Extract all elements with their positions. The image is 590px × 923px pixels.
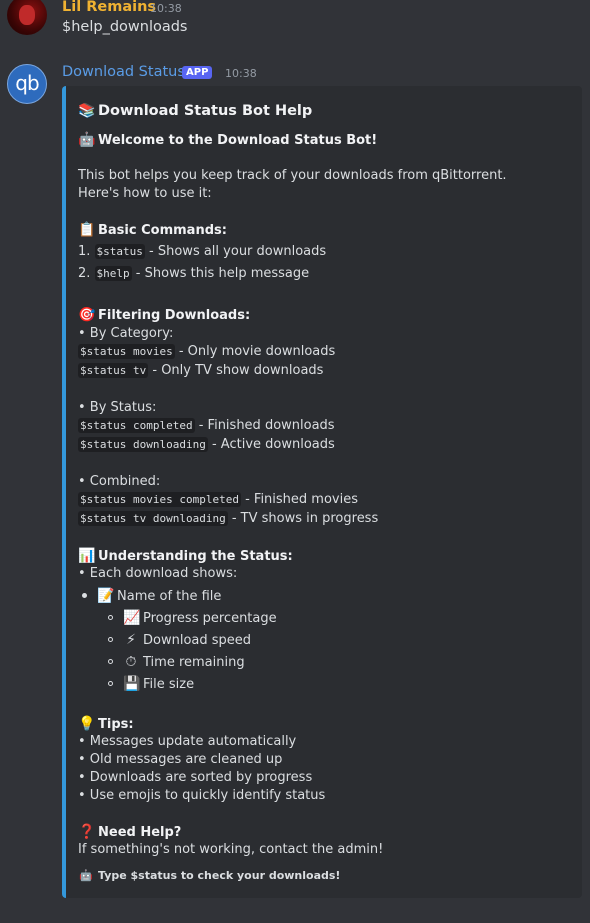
understand-header: 📊 Understanding the Status: xyxy=(78,548,293,564)
floppy-disk-icon: 💾 xyxy=(123,676,141,692)
target-icon: 🎯 xyxy=(78,307,96,323)
command-code[interactable]: $help xyxy=(94,266,132,281)
tip-item: • Use emojis to quickly identify status xyxy=(78,788,326,803)
command-code[interactable]: $status tv downloading xyxy=(78,511,228,526)
embed-title: 📚 Download Status Bot Help xyxy=(78,103,313,119)
command-code[interactable]: $status downloading xyxy=(78,437,208,452)
clipboard-icon: 📋 xyxy=(78,222,96,238)
list-item: ⚡ Download speed xyxy=(108,631,251,650)
list-item: 💾 File size xyxy=(108,675,194,694)
list-item: 1. $status - Shows all your downloads xyxy=(78,244,327,259)
embed-footer: 🤖 Type $status to check your downloads! xyxy=(78,867,340,885)
stopwatch-icon: ⏱ xyxy=(125,654,137,670)
command-code[interactable]: $status movies xyxy=(78,344,175,359)
list-item: $status completed - Finished downloads xyxy=(78,418,335,433)
tips-header: 💡 Tips: xyxy=(78,716,134,732)
list-item: 📈 Progress percentage xyxy=(108,609,277,628)
filter-header: 🎯 Filtering Downloads: xyxy=(78,307,251,323)
timestamp: 10:38 xyxy=(150,2,182,15)
books-icon: 📚 xyxy=(78,103,96,119)
command-code[interactable]: $status movies completed xyxy=(78,492,241,507)
status-label: • By Status: xyxy=(78,400,157,415)
lightning-icon: ⚡ xyxy=(126,632,136,648)
intro-text: This bot helps you keep track of your do… xyxy=(78,168,507,201)
category-label: • By Category: xyxy=(78,326,174,341)
tip-item: • Old messages are cleaned up xyxy=(78,752,283,767)
chart-increasing-icon: 📈 xyxy=(123,610,141,626)
list-item: $status tv - Only TV show downloads xyxy=(78,363,324,378)
app-badge: APP xyxy=(182,66,213,79)
memo-icon: 📝 xyxy=(97,588,115,604)
basic-header: 📋 Basic Commands: xyxy=(78,222,227,238)
user-avatar[interactable] xyxy=(7,0,47,35)
list-item: ⏱ Time remaining xyxy=(108,653,245,672)
username[interactable]: Lil Remains xyxy=(62,0,156,15)
combined-label: • Combined: xyxy=(78,474,161,489)
list-item: $status downloading - Active downloads xyxy=(78,437,335,452)
welcome-line: 🤖 Welcome to the Download Status Bot! xyxy=(78,132,378,148)
robot-icon: 🤖 xyxy=(79,869,93,882)
question-mark-icon: ❓ xyxy=(78,824,96,840)
list-item: 📝 Name of the file xyxy=(78,587,221,606)
list-item: $status movies completed - Finished movi… xyxy=(78,492,358,507)
list-item: $status movies - Only movie downloads xyxy=(78,344,336,359)
each-shows: • Each download shows: xyxy=(78,566,238,581)
timestamp: 10:38 xyxy=(225,67,257,80)
command-code[interactable]: $status xyxy=(94,244,145,259)
list-item: 2. $help - Shows this help message xyxy=(78,266,310,281)
help-text: If something's not working, contact the … xyxy=(78,842,384,857)
list-item: $status tv downloading - TV shows in pro… xyxy=(78,511,379,526)
bar-chart-icon: 📊 xyxy=(78,548,96,564)
help-header: ❓ Need Help? xyxy=(78,824,182,840)
tip-item: • Messages update automatically xyxy=(78,734,297,749)
command-code[interactable]: $status completed xyxy=(78,418,195,433)
tip-item: • Downloads are sorted by progress xyxy=(78,770,313,785)
lightbulb-icon: 💡 xyxy=(78,716,96,732)
avatar-text: qb xyxy=(15,71,39,95)
help-embed: 📚 Download Status Bot Help 🤖 Welcome to th… xyxy=(62,86,582,898)
message-text: $help_downloads xyxy=(62,19,188,35)
bot-avatar[interactable]: qb xyxy=(7,64,47,104)
robot-icon: 🤖 xyxy=(78,132,96,148)
command-code[interactable]: $status tv xyxy=(78,363,149,378)
bot-username[interactable]: Download Status xyxy=(62,64,185,80)
